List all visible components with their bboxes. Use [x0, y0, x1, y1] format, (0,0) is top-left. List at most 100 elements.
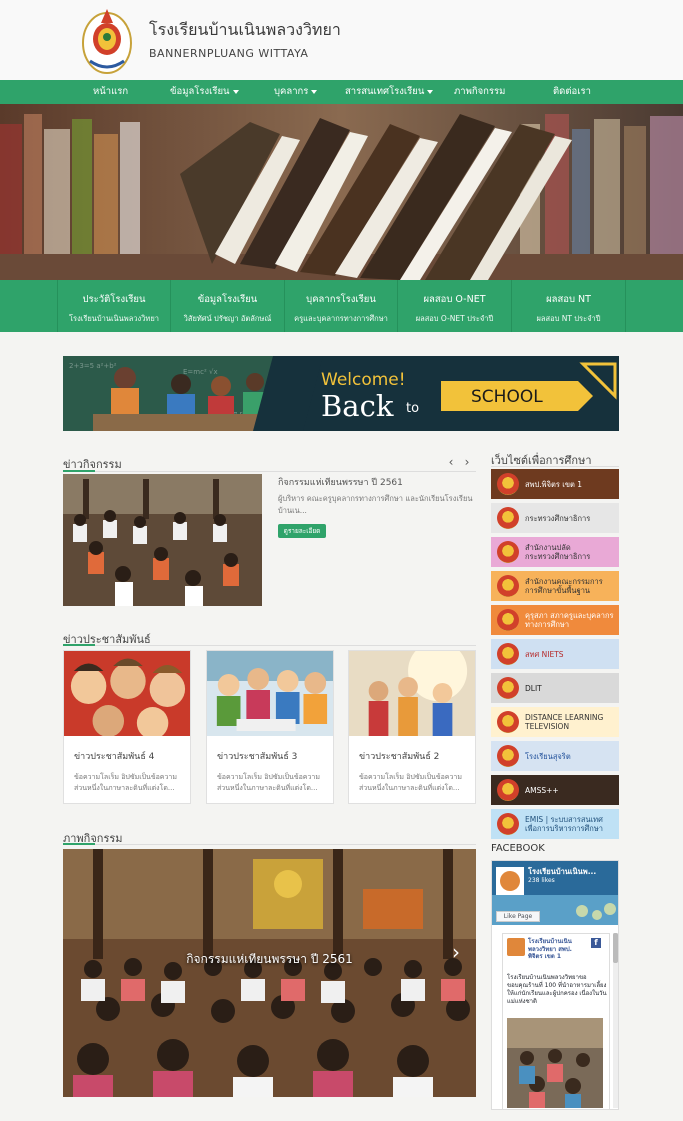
quick-link-subtitle: โรงเรียนบ้านเนินพลวงวิทยา	[69, 314, 159, 323]
facebook-post-text: โรงเรียนบ้านเนินพลวงวิทยาขอขอบคุณร้านที่…	[507, 974, 607, 1005]
main-nav: หน้าแรก ข้อมูลโรงเรียน บุคลากร สารสนเทศโ…	[0, 80, 683, 104]
quick-link-title: ข้อมูลโรงเรียน	[197, 294, 258, 305]
edu-site-link[interactable]: DISTANCE LEARNING TELEVISION	[491, 707, 619, 737]
chevron-down-icon	[232, 89, 239, 94]
facebook-post[interactable]: โรงเรียนบ้านเนิน พลวงวิทยา สพป. พิจิตร เ…	[502, 933, 610, 1109]
edu-site-link[interactable]: สำนักงานคณะกรรมการ การศึกษาขั้นพื้นฐาน	[491, 571, 619, 601]
edu-site-link[interactable]: โรงเรียนสุจริต	[491, 741, 619, 771]
edu-site-label: DLIT	[525, 683, 542, 693]
facebook-logo-icon: f	[591, 938, 601, 948]
divider	[63, 645, 476, 646]
edu-site-link[interactable]: EMIS | ระบบสารสนเทศ เพื่อการบริหารการศึก…	[491, 809, 619, 839]
edu-site-label: สทศ NIETS	[525, 649, 564, 659]
gallery-caption: กิจกรรมแห่เทียนพรรษา ปี 2561	[186, 952, 353, 966]
divider	[491, 466, 619, 467]
pr-card[interactable]: ข่าวประชาสัมพันธ์ 2 ข้อความโลเร็ม อิปซัม…	[348, 650, 476, 804]
facebook-like-button[interactable]: Like Page	[496, 911, 540, 922]
quick-link-onet[interactable]: ผลสอบ O-NET ผลสอบ O-NET ประจำปี	[398, 280, 512, 332]
edu-site-link[interactable]: DLIT	[491, 673, 619, 703]
pr-card-title: ข่าวประชาสัมพันธ์ 4	[74, 752, 155, 762]
read-more-button[interactable]: ดูรายละเอียด	[278, 524, 326, 538]
edu-site-emblem-icon	[497, 813, 519, 835]
nav-gallery[interactable]: ภาพกิจกรรม	[454, 80, 505, 104]
news-next-button[interactable]: ›	[461, 455, 473, 469]
edu-site-link[interactable]: AMSS++	[491, 775, 619, 805]
nav-school-info[interactable]: ข้อมูลโรงเรียน	[170, 80, 239, 104]
svg-text:E=mc² √x: E=mc² √x	[183, 368, 218, 376]
back-text: Back	[321, 389, 394, 423]
edu-site-link[interactable]: คุรุสภา สภาครูและบุคลากร ทางการศึกษา	[491, 605, 619, 635]
quick-link-history[interactable]: ประวัติโรงเรียน โรงเรียนบ้านเนินพลวงวิทย…	[57, 280, 171, 332]
nav-home[interactable]: หน้าแรก	[93, 80, 128, 104]
quick-links-bar: ประวัติโรงเรียน โรงเรียนบ้านเนินพลวงวิทย…	[0, 280, 683, 332]
quick-link-title: ประวัติโรงเรียน	[82, 294, 146, 305]
edu-site-label: คุรุสภา สภาครูและบุคลากร ทางการศึกษา	[525, 611, 614, 629]
nav-home-label: หน้าแรก	[93, 86, 129, 97]
edu-site-label: EMIS | ระบบสารสนเทศ เพื่อการบริหารการศึก…	[525, 815, 604, 833]
quick-link-nt[interactable]: ผลสอบ NT ผลสอบ NT ประจำปี	[512, 280, 626, 332]
hero-banner-image	[0, 104, 683, 280]
nav-information-label: สารสนเทศโรงเรียน	[345, 86, 425, 97]
divider	[63, 471, 476, 472]
nav-contact-label: ติดต่อเรา	[553, 86, 591, 97]
edu-site-emblem-icon	[497, 507, 519, 529]
quick-link-school-info[interactable]: ข้อมูลโรงเรียน วิสัยทัศน์ ปรัชญา อัตลักษ…	[171, 280, 285, 332]
quick-link-subtitle: วิสัยทัศน์ ปรัชญา อัตลักษณ์	[183, 314, 272, 323]
facebook-post-author[interactable]: โรงเรียนบ้านเนิน พลวงวิทยา สพป. พิจิตร เ…	[528, 938, 572, 961]
nav-gallery-label: ภาพกิจกรรม	[454, 86, 506, 97]
heading-underline	[63, 470, 95, 472]
site-title[interactable]: โรงเรียนบ้านเนินพลวงวิทยา	[149, 18, 341, 43]
edu-site-label: สำนักงานคณะกรรมการ การศึกษาขั้นพื้นฐาน	[525, 577, 603, 595]
divider	[63, 844, 476, 845]
news-prev-button[interactable]: ‹	[445, 455, 457, 469]
gallery-next-button[interactable]: ›	[452, 940, 466, 964]
edu-site-link[interactable]: สทศ NIETS	[491, 639, 619, 669]
activity-news-image[interactable]	[63, 474, 262, 606]
quick-link-personnel[interactable]: บุคลากรโรงเรียน ครูและบุคลากรทางการศึกษา	[285, 280, 398, 332]
edu-site-emblem-icon	[497, 473, 519, 495]
facebook-post-photo[interactable]	[507, 1018, 603, 1108]
pr-card-image	[64, 651, 190, 739]
site-subtitle: BANNERNPLUANG WITTAYA	[149, 47, 309, 60]
nav-information[interactable]: สารสนเทศโรงเรียน	[345, 80, 434, 104]
edu-site-link[interactable]: สำนักงานปลัด กระทรวงศึกษาธิการ	[491, 537, 619, 567]
nav-school-info-label: ข้อมูลโรงเรียน	[170, 86, 230, 97]
pr-card-text: ข้อความโลเร็ม อิปซัมเป็นข้อความส่วนหนึ่ง…	[74, 773, 177, 792]
facebook-scrollbar[interactable]	[613, 933, 618, 1108]
quick-link-subtitle: ผลสอบ O-NET ประจำปี	[415, 314, 494, 323]
chevron-down-icon	[427, 89, 434, 94]
edu-site-emblem-icon	[497, 711, 519, 733]
edu-site-emblem-icon	[497, 541, 519, 563]
quick-link-title: บุคลากรโรงเรียน	[306, 294, 376, 305]
school-text: SCHOOL	[471, 387, 543, 407]
welcome-back-to-school-banner: 2+3=5 a²+b²E=mc² √xπ r² Welcome! Back to…	[63, 356, 619, 431]
edu-site-label: สำนักงานปลัด กระทรวงศึกษาธิการ	[525, 543, 591, 561]
quick-link-title: ผลสอบ NT	[546, 294, 591, 305]
school-logo-icon[interactable]	[80, 3, 134, 77]
nav-personnel[interactable]: บุคลากร	[274, 80, 318, 104]
pr-card-title: ข่าวประชาสัมพันธ์ 3	[217, 752, 298, 762]
facebook-post-avatar	[507, 938, 525, 956]
activity-news-title[interactable]: กิจกรรมแห่เทียนพรรษา ปี 2561	[278, 475, 403, 489]
edu-site-label: DISTANCE LEARNING TELEVISION	[525, 713, 604, 731]
edu-site-emblem-icon	[497, 677, 519, 699]
gallery-slide-image[interactable]	[63, 849, 476, 1097]
edu-site-emblem-icon	[497, 609, 519, 631]
scrollbar-thumb[interactable]	[613, 933, 618, 963]
facebook-widget: โรงเรียนบ้านเนินพ... 238 likes Like Page…	[491, 860, 619, 1110]
edu-site-emblem-icon	[497, 643, 519, 665]
edu-site-link[interactable]: กระทรวงศึกษาธิการ	[491, 503, 619, 533]
edu-site-label: สพป.พิจิตร เขต 1	[525, 479, 583, 489]
pr-card[interactable]: ข่าวประชาสัมพันธ์ 3 ข้อความโลเร็ม อิปซัม…	[206, 650, 334, 804]
edu-site-label: AMSS++	[525, 785, 559, 795]
pr-card-text: ข้อความโลเร็ม อิปซัมเป็นข้อความส่วนหนึ่ง…	[217, 773, 320, 792]
facebook-like-label: Like Page	[503, 913, 533, 920]
pr-card[interactable]: ข่าวประชาสัมพันธ์ 4 ข้อความโลเร็ม อิปซัม…	[63, 650, 191, 804]
to-text: to	[406, 401, 419, 416]
nav-contact[interactable]: ติดต่อเรา	[553, 80, 591, 104]
quick-link-subtitle: ครูและบุคลากรทางการศึกษา	[294, 314, 388, 323]
edu-site-link[interactable]: สพป.พิจิตร เขต 1	[491, 469, 619, 499]
quick-link-subtitle: ผลสอบ NT ประจำปี	[536, 314, 601, 323]
quick-link-title: ผลสอบ O-NET	[423, 294, 486, 305]
nav-personnel-label: บุคลากร	[274, 86, 309, 97]
